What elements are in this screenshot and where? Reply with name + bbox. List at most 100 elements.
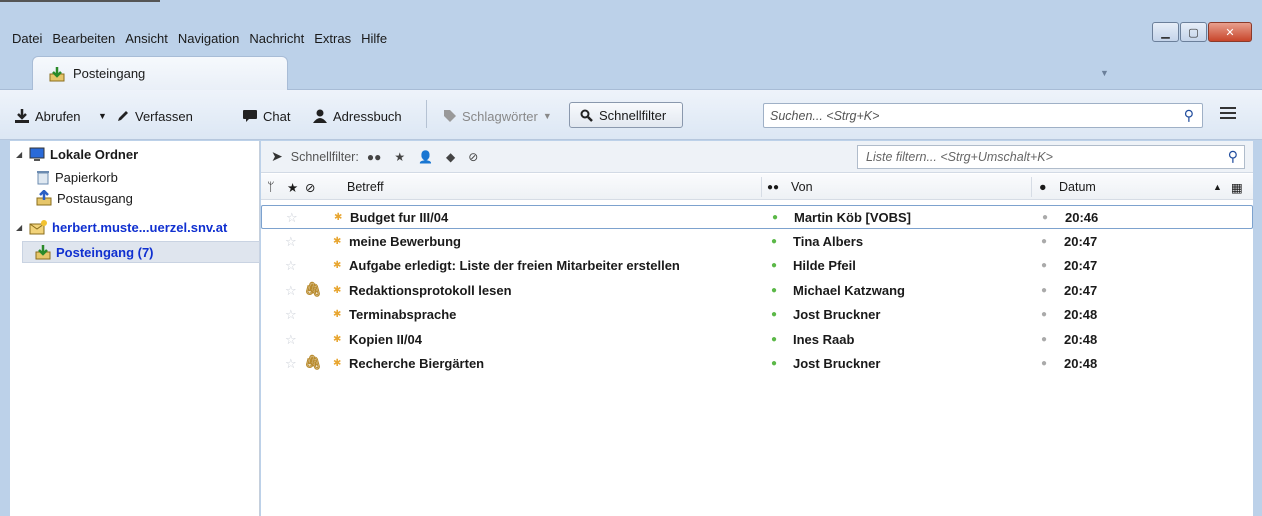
tab-list-dropdown[interactable]: ▼ [1100,68,1109,78]
message-from: Martin Köb [VOBS] [794,210,911,225]
message-row[interactable]: ☆ 🖇 ✱ Recherche Biergärten ● Jost Bruckner ● 20… [261,352,1253,376]
star-icon[interactable]: ☆ [286,210,298,226]
junk-status-icon[interactable]: ● [1041,309,1047,320]
message-date: 20:46 [1065,210,1099,225]
addressbook-button[interactable]: Adressbuch [312,106,402,126]
expand-arrow-icon[interactable]: ◢ [16,150,24,159]
quickfilter-label-group: ➤ Schnellfilter: ●● ★ 👤 ◆ ⊘ [271,148,478,165]
account-item[interactable]: ◢ herbert.muste...uerzel.snv.at [16,217,227,237]
read-status-icon[interactable]: ● [771,358,777,369]
filter-list-input[interactable]: Liste filtern... <Strg+Umschalt+K> ⚲ [857,145,1245,169]
folder-local[interactable]: ◢ Lokale Ordner [16,144,138,164]
expand-arrow-icon[interactable]: ◢ [16,223,24,232]
junk-status-icon[interactable]: ● [1041,285,1047,296]
get-messages-button[interactable]: Abrufen [14,106,81,126]
column-subject[interactable]: Betreff [347,180,384,194]
message-date: 20:47 [1064,233,1098,249]
menu-navigation[interactable]: Navigation [178,31,239,49]
menu-ansicht[interactable]: Ansicht [125,31,168,49]
message-row[interactable]: ☆ ✱ meine Bewerbung ● Tina Albers ● 20:47 [261,230,1253,254]
message-date: 20:47 [1064,282,1098,298]
app-menu-button[interactable] [1220,107,1236,122]
read-status-icon[interactable]: ● [771,309,777,320]
star-column-icon[interactable]: ★ [287,180,298,195]
close-icon: ✕ [1225,26,1235,39]
read-status-icon[interactable]: ● [771,285,777,296]
junk-status-icon[interactable]: ● [1041,358,1047,369]
get-messages-dropdown[interactable]: ▼ [98,106,107,126]
unread-filter-icon[interactable]: ●● [367,150,382,164]
attachment-column-icon[interactable]: ⊘ [305,180,315,195]
junk-status-icon[interactable]: ● [1041,334,1047,345]
message-date: 20:48 [1064,307,1098,322]
folder-outbox-label: Postausgang [57,190,133,206]
menu-bearbeiten[interactable]: Bearbeiten [52,31,115,49]
read-status-icon[interactable]: ● [771,334,777,345]
menu-extras[interactable]: Extras [314,31,351,49]
message-row[interactable]: ☆ ✱ Aufgabe erledigt: Liste der freien Mit… [261,254,1253,278]
star-icon[interactable]: ☆ [285,307,297,323]
attachment-filter-icon[interactable]: ⊘ [468,150,478,164]
star-icon[interactable]: ☆ [285,234,297,250]
column-from[interactable]: Von [791,180,813,194]
star-icon[interactable]: ☆ [285,258,297,274]
folder-trash-label: Papierkorb [55,169,118,185]
read-status-icon[interactable]: ● [771,236,777,247]
global-search-input[interactable]: Suchen... <Strg+K> ⚲ [763,103,1203,128]
menu-hilfe[interactable]: Hilfe [361,31,387,49]
message-subject: meine Bewerbung [349,233,461,249]
search-icon[interactable]: ⚲ [1184,107,1194,124]
maximize-button[interactable]: ▢ [1180,22,1207,42]
attachment-icon: 🖇 [304,354,322,370]
outbox-icon [36,190,52,206]
column-picker-icon[interactable]: ▦ [1231,180,1243,195]
chat-label: Chat [263,108,291,124]
read-status-icon[interactable]: ● [771,260,777,271]
menu-nachricht[interactable]: Nachricht [249,31,304,49]
message-row[interactable]: ☆ ✱ Terminabsprache ● Jost Bruckner ● 20:48 [261,303,1253,327]
read-column-icon[interactable]: ●● [767,182,779,193]
write-button[interactable]: Verfassen [116,106,193,126]
filter-placeholder: Liste filtern... <Strg+Umschalt+K> [866,150,1053,164]
read-status-icon[interactable]: ● [772,212,778,223]
search-icon[interactable]: ⚲ [1228,148,1238,165]
menu-datei[interactable]: Datei [12,31,42,49]
quickfilter-bar-label: Schnellfilter: [290,149,359,164]
tag-filter-icon[interactable]: ◆ [446,150,455,164]
star-icon[interactable]: ☆ [285,332,297,348]
minimize-button[interactable]: ▁ [1152,22,1179,42]
folder-inbox[interactable]: Posteingang (7) [22,241,260,263]
get-messages-label: Abrufen [35,108,81,124]
message-from: Michael Katzwang [793,282,905,298]
column-divider[interactable] [1031,177,1032,197]
menu-bar: Datei Bearbeiten Ansicht Navigation Nach… [12,31,387,49]
message-row[interactable]: ☆ ✱ Budget fur III/04 ● Martin Köb [VOBS] ● 20… [261,205,1253,229]
tags-button[interactable]: Schlagwörter ▼ [443,106,552,126]
window-border-right [1253,141,1262,516]
column-divider[interactable] [761,177,762,197]
message-row[interactable]: ☆ 🖇 ✱ Redaktionsprotokoll lesen ● Michael Kat… [261,279,1253,303]
junk-column-icon[interactable]: ● [1039,180,1047,194]
close-button[interactable]: ✕ [1208,22,1252,42]
junk-status-icon[interactable]: ● [1041,236,1047,247]
message-row[interactable]: ☆ ✱ Kopien II/04 ● Ines Raab ● 20:48 [261,328,1253,352]
pin-icon[interactable]: ➤ [271,148,283,165]
message-from: Ines Raab [793,331,855,347]
junk-status-icon[interactable]: ● [1042,212,1048,223]
inbox-icon [49,66,65,81]
main-toolbar: Abrufen ▼ Verfassen Chat Adressbuch Schl… [0,90,1262,140]
folder-outbox[interactable]: Postausgang [36,188,133,208]
quickfilter-toggle-button[interactable]: Schnellfilter [569,102,683,128]
tab-posteingang[interactable]: Posteingang [32,56,288,90]
thread-column-icon[interactable]: ᛘ [267,180,275,194]
column-date[interactable]: Datum [1059,180,1096,194]
star-icon[interactable]: ☆ [285,356,297,372]
message-subject: Recherche Biergärten [349,356,485,371]
chat-button[interactable]: Chat [242,106,290,126]
star-filter-icon[interactable]: ★ [394,150,405,164]
star-icon[interactable]: ☆ [285,283,297,299]
contact-filter-icon[interactable]: 👤 [418,150,433,164]
folder-trash[interactable]: Papierkorb [36,167,118,187]
message-subject: Aufgabe erledigt: Liste der freien Mitar… [349,258,680,273]
junk-status-icon[interactable]: ● [1041,260,1047,271]
